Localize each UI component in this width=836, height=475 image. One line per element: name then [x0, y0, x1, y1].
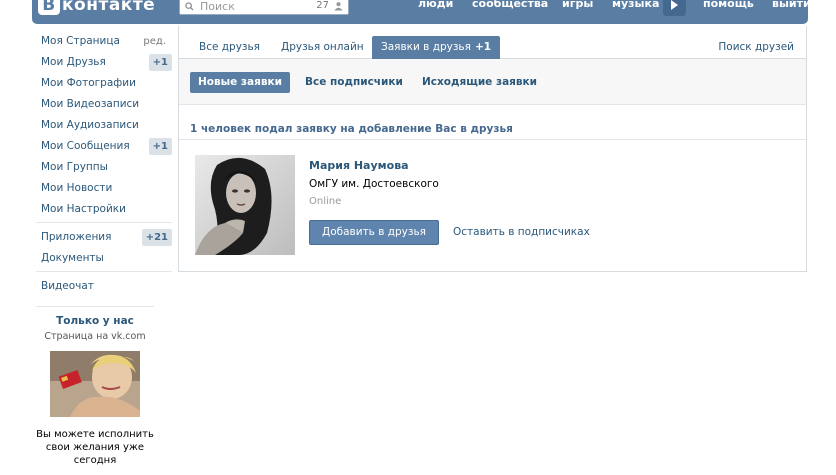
add-friend-button[interactable]: Добавить в друзья — [309, 220, 439, 245]
sidebar-item-audio[interactable]: Мои Аудиозаписи — [36, 115, 172, 136]
top-header: В контакте 27 люди сообщества игры музык… — [0, 0, 836, 24]
search-input[interactable] — [200, 0, 290, 13]
sidebar-item-apps[interactable]: Приложения +21 — [36, 227, 172, 248]
sidebar-item-label: Мои Видеозаписи — [41, 98, 140, 110]
apps-count-badge: +21 — [141, 229, 172, 246]
sidebar-item-label: Мои Аудиозаписи — [41, 119, 139, 131]
nav-help[interactable]: помощь — [703, 0, 754, 10]
friends-panel: Все друзья Друзья онлайн Заявки в друзья… — [178, 26, 807, 272]
sidebar-divider — [36, 271, 172, 272]
online-status: Online — [309, 196, 342, 207]
sidebar-item-label: Документы — [41, 252, 104, 264]
subtab-all-followers[interactable]: Все подписчики — [297, 72, 411, 93]
vk-logo[interactable]: В контакте — [38, 0, 155, 16]
sidebar-item-videos[interactable]: Мои Видеозаписи — [36, 94, 172, 115]
online-count: 27 — [316, 0, 329, 11]
request-subtabs: Новые заявки Все подписчики Исходящие за… — [179, 59, 806, 105]
friends-tabs: Все друзья Друзья онлайн Заявки в друзья… — [179, 26, 806, 59]
search-icon — [185, 2, 194, 11]
nav-communities[interactable]: сообщества — [472, 0, 548, 10]
sidebar-item-settings[interactable]: Мои Настройки — [36, 199, 172, 220]
tab-all-friends[interactable]: Все друзья — [190, 36, 269, 59]
sidebar-item-label: Мои Настройки — [41, 203, 126, 215]
sidebar-item-label: Мои Группы — [41, 161, 108, 173]
logo-text: контакте — [62, 0, 156, 15]
sidebar-item-friends[interactable]: Мои Друзья +1 — [36, 52, 172, 73]
sidebar-item-messages[interactable]: Мои Сообщения +1 — [36, 136, 172, 157]
messages-count-badge: +1 — [148, 138, 172, 155]
play-icon — [671, 0, 678, 10]
user-icon — [334, 2, 343, 11]
find-friends-link[interactable]: Поиск друзей — [718, 41, 794, 53]
music-play-button[interactable] — [663, 0, 686, 16]
search-box[interactable]: 27 — [179, 0, 349, 15]
sidebar-item-my-page[interactable]: Моя Страница ред. — [36, 31, 172, 52]
sidebar-item-photos[interactable]: Мои Фотографии — [36, 73, 172, 94]
promo-title[interactable]: Только у нас — [36, 315, 154, 327]
nav-people[interactable]: люди — [418, 0, 453, 10]
summary-divider — [179, 139, 806, 140]
sidebar-item-label: Приложения — [41, 231, 112, 243]
tab-friend-requests[interactable]: Заявки в друзья +1 — [372, 36, 501, 59]
sidebar-item-documents[interactable]: Документы — [36, 248, 172, 269]
requester-name[interactable]: Мария Наумова — [309, 159, 409, 172]
sidebar-item-videochat[interactable]: Видеочат — [36, 276, 172, 297]
sidebar-item-label: Мои Новости — [41, 182, 113, 194]
tab-label: Заявки в друзья — [381, 41, 471, 53]
sidebar-item-news[interactable]: Мои Новости — [36, 178, 172, 199]
requests-summary: 1 человек подал заявку на добавление Вас… — [190, 123, 513, 135]
sidebar-item-label: Мои Сообщения — [41, 140, 130, 152]
edit-link[interactable]: ред. — [143, 31, 166, 52]
sidebar-item-label: Моя Страница — [41, 35, 120, 47]
sidebar-divider — [36, 222, 172, 223]
promo-text: Вы можете исполнить свои желания уже сег… — [36, 429, 154, 466]
promo-subtitle: Страница на vk.com — [44, 331, 146, 342]
sidebar-item-groups[interactable]: Мои Группы — [36, 157, 172, 178]
tab-friends-online[interactable]: Друзья онлайн — [272, 36, 373, 59]
logo-letter: В — [38, 0, 60, 15]
sidebar-divider — [36, 306, 154, 307]
requester-university: ОмГУ им. Достоевского — [309, 178, 439, 190]
nav-music[interactable]: музыка — [612, 0, 659, 10]
nav-logout[interactable]: выйти — [772, 0, 811, 10]
keep-as-follower-link[interactable]: Оставить в подписчиках — [453, 226, 590, 238]
promo-image[interactable] — [50, 351, 140, 417]
friends-count-badge: +1 — [148, 54, 172, 71]
requests-count-badge: +1 — [474, 41, 492, 53]
nav-games[interactable]: игры — [562, 0, 593, 10]
requester-photo[interactable] — [195, 155, 295, 255]
sidebar-item-label: Мои Фотографии — [41, 77, 136, 89]
subtab-new-requests[interactable]: Новые заявки — [190, 72, 290, 93]
sidebar-item-label: Мои Друзья — [41, 56, 106, 68]
sidebar-item-label: Видеочат — [41, 280, 94, 292]
subtab-outgoing-requests[interactable]: Исходящие заявки — [414, 72, 545, 93]
